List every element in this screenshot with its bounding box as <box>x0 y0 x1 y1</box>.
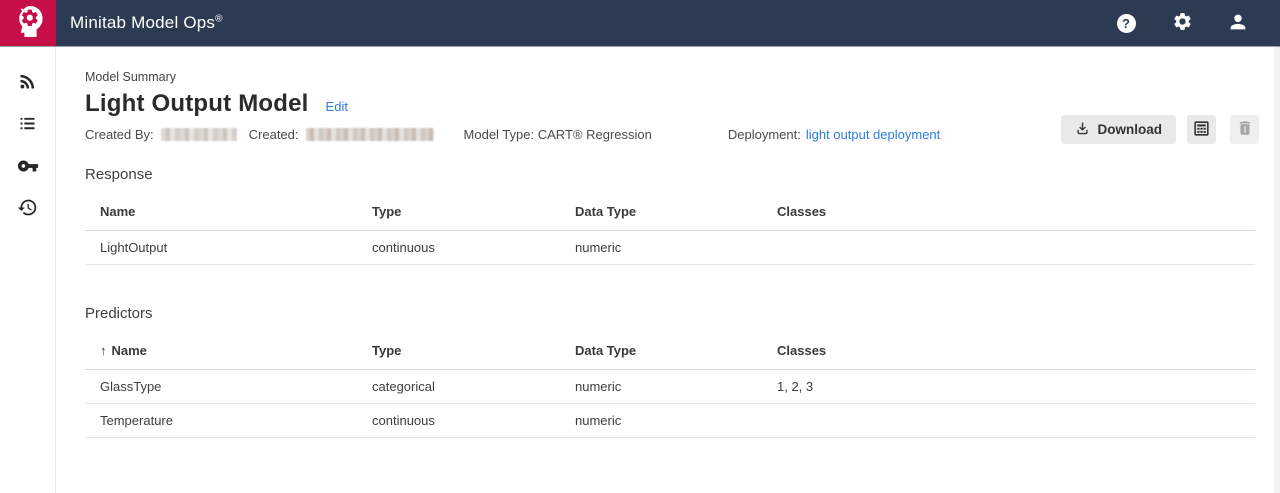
created-label: Created: <box>249 127 299 142</box>
results-table-button[interactable] <box>1187 115 1216 144</box>
minitab-logo[interactable] <box>0 0 56 46</box>
column-header-data-type[interactable]: Data Type <box>575 192 777 231</box>
sidebar-item-api-keys[interactable] <box>16 156 40 178</box>
response-section-title: Response <box>85 166 1255 183</box>
created-by: Created By: <box>85 127 237 142</box>
response-classes-cell <box>777 231 1255 265</box>
model-type-label: Model Type: <box>464 127 535 142</box>
title-row: Light Output Model Edit <box>85 90 1255 118</box>
feed-icon <box>17 71 38 95</box>
download-button-label: Download <box>1098 122 1163 137</box>
top-bar: Minitab Model Ops® ? <box>0 0 1280 46</box>
gear-icon <box>1172 11 1193 35</box>
created: Created: <box>249 127 434 142</box>
predictor-name-cell: Temperature <box>85 404 372 438</box>
left-sidebar <box>0 46 56 493</box>
history-icon <box>17 197 38 221</box>
column-header-type[interactable]: Type <box>372 192 575 231</box>
vertical-scrollbar[interactable] <box>1274 46 1280 493</box>
predictor-type-cell: categorical <box>372 370 575 404</box>
response-name-cell: LightOutput <box>85 231 372 265</box>
created-by-redacted-value <box>161 128 237 141</box>
response-type-cell: continuous <box>372 231 575 265</box>
sort-ascending-icon: ↑ <box>100 343 107 358</box>
breadcrumb: Model Summary <box>85 70 1255 84</box>
list-icon <box>17 113 38 137</box>
column-header-name-sorted[interactable]: ↑ Name <box>85 331 372 370</box>
predictor-data-type-cell: numeric <box>575 404 777 438</box>
predictor-name-cell: GlassType <box>85 370 372 404</box>
registered-mark: ® <box>215 13 223 24</box>
model-type: Model Type: CART® Regression <box>464 127 652 142</box>
deployment-link[interactable]: light output deployment <box>806 127 940 142</box>
column-header-data-type[interactable]: Data Type <box>575 331 777 370</box>
main-content: Model Summary Light Output Model Edit Cr… <box>56 46 1274 493</box>
table-grid-icon <box>1192 119 1211 141</box>
sidebar-item-feed[interactable] <box>16 72 40 94</box>
key-icon <box>17 155 39 180</box>
settings-button[interactable] <box>1170 11 1194 35</box>
head-gear-icon <box>11 2 45 45</box>
model-type-value: CART® Regression <box>538 127 652 142</box>
sidebar-item-models-list[interactable] <box>16 114 40 136</box>
predictor-classes-cell: 1, 2, 3 <box>777 370 1255 404</box>
predictors-table: ↑ Name Type Data Type Classes GlassType c… <box>85 331 1255 438</box>
created-by-label: Created By: <box>85 127 154 142</box>
trash-icon <box>1236 119 1254 140</box>
predictors-section: Predictors ↑ Name Type Data Type Classes … <box>85 305 1255 438</box>
app-title: Minitab Model Ops® <box>70 13 223 33</box>
column-header-type[interactable]: Type <box>372 331 575 370</box>
header-actions: Download <box>1061 115 1260 144</box>
response-section: Response Name Type Data Type Classes Lig… <box>85 166 1255 265</box>
column-header-name-label: Name <box>112 343 147 358</box>
column-header-classes[interactable]: Classes <box>777 192 1255 231</box>
page-title: Light Output Model <box>85 90 309 118</box>
delete-model-button[interactable] <box>1230 115 1259 144</box>
sidebar-item-history[interactable] <box>16 198 40 220</box>
topbar-actions: ? <box>1114 11 1280 35</box>
response-header-row: Name Type Data Type Classes <box>85 192 1255 231</box>
deployment-label: Deployment: <box>728 127 801 142</box>
column-header-classes[interactable]: Classes <box>777 331 1255 370</box>
predictor-type-cell: continuous <box>372 404 575 438</box>
edit-link[interactable]: Edit <box>326 99 348 114</box>
predictor-data-type-cell: numeric <box>575 370 777 404</box>
table-row: Temperature continuous numeric <box>85 404 1255 438</box>
column-header-name[interactable]: Name <box>85 192 372 231</box>
account-button[interactable] <box>1226 11 1250 35</box>
response-table: Name Type Data Type Classes LightOutput … <box>85 192 1255 265</box>
created-redacted-value <box>306 128 434 141</box>
predictors-section-title: Predictors <box>85 305 1255 322</box>
help-icon: ? <box>1117 14 1136 33</box>
predictors-header-row: ↑ Name Type Data Type Classes <box>85 331 1255 370</box>
table-row: GlassType categorical numeric 1, 2, 3 <box>85 370 1255 404</box>
download-button[interactable]: Download <box>1061 115 1177 144</box>
person-icon <box>1227 11 1249 36</box>
response-data-type-cell: numeric <box>575 231 777 265</box>
deployment: Deployment: light output deployment <box>728 127 940 142</box>
table-row: LightOutput continuous numeric <box>85 231 1255 265</box>
help-button[interactable]: ? <box>1114 11 1138 35</box>
predictor-classes-cell <box>777 404 1255 438</box>
download-icon <box>1075 121 1090 139</box>
